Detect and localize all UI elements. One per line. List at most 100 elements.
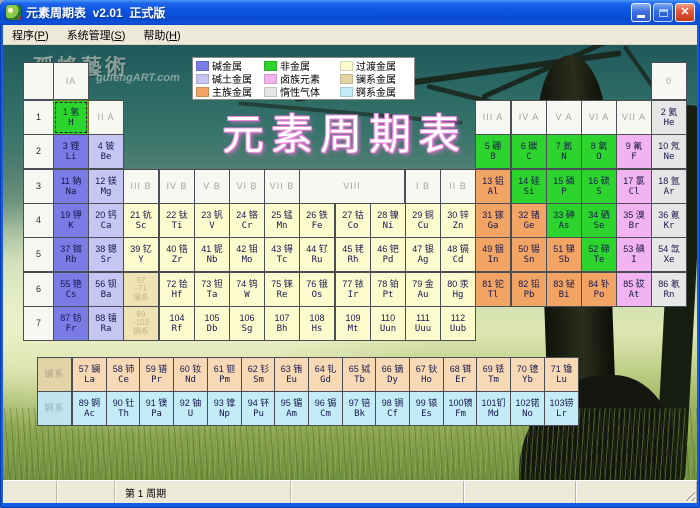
element-Mt[interactable]: 109 Mt: [335, 306, 371, 341]
element-Pt[interactable]: 78 铂 Pt: [370, 272, 406, 307]
element-He[interactable]: 2 氦 He: [651, 100, 687, 135]
element-No[interactable]: 102锘 No: [510, 391, 545, 426]
element-Ba[interactable]: 56 钡 Ba: [88, 272, 124, 307]
maximize-button[interactable]: [653, 3, 673, 22]
element-Uub[interactable]: 112 Uub: [440, 306, 476, 341]
element-Er[interactable]: 68 铒 Er: [443, 357, 478, 392]
element-Zr[interactable]: 40 锆 Zr: [159, 237, 195, 272]
element-C[interactable]: 6 碳C: [511, 134, 547, 169]
element-Mo[interactable]: 42 钼 Mo: [229, 237, 265, 272]
element-Ra[interactable]: 88 镭 Ra: [88, 306, 124, 341]
element-Nd[interactable]: 60 钕 Nd: [173, 357, 208, 392]
element-Xe[interactable]: 54 氙 Xe: [651, 237, 687, 272]
element-Cm[interactable]: 96 锔 Cm: [308, 391, 343, 426]
menu-item[interactable]: 帮助(H): [134, 25, 189, 45]
element-Cl[interactable]: 17 氯 Cl: [616, 169, 652, 204]
element-Br[interactable]: 35 溴 Br: [616, 203, 652, 238]
element-Sn[interactable]: 50 锡 Sn: [511, 237, 547, 272]
element-Lu[interactable]: 71 镥 Lu: [544, 357, 579, 392]
element-Sm[interactable]: 62 钐 Sm: [241, 357, 276, 392]
element-Au[interactable]: 79 金 Au: [405, 272, 441, 307]
element-Ho[interactable]: 67 钬 Ho: [409, 357, 444, 392]
element-F[interactable]: 9 氟F: [616, 134, 652, 169]
element-Os[interactable]: 76 锇 Os: [299, 272, 335, 307]
element-N[interactable]: 7 氮N: [546, 134, 582, 169]
element-Cd[interactable]: 48 镉 Cd: [440, 237, 476, 272]
element-Md[interactable]: 101钔 Md: [476, 391, 511, 426]
element-Co[interactable]: 27 钴 Co: [335, 203, 371, 238]
element-Kr[interactable]: 36 氪 Kr: [651, 203, 687, 238]
element-Fe[interactable]: 26 铁 Fe: [299, 203, 335, 238]
element-In[interactable]: 49 铟 In: [475, 237, 511, 272]
element-Ti[interactable]: 22 钛 Ti: [159, 203, 195, 238]
element-Se[interactable]: 34 硒 Se: [581, 203, 617, 238]
element-Th[interactable]: 90 钍 Th: [106, 391, 141, 426]
element-Am[interactable]: 95 镅 Am: [274, 391, 309, 426]
element-Al[interactable]: 13 铝 Al: [475, 169, 511, 204]
minimize-button[interactable]: [631, 3, 651, 22]
element-Ne[interactable]: 10 氖 Ne: [651, 134, 687, 169]
element-Uuu[interactable]: 111 Uuu: [405, 306, 441, 341]
element-Pd[interactable]: 46 钯 Pd: [370, 237, 406, 272]
element-Po[interactable]: 84 钋 Po: [581, 272, 617, 307]
element-Ir[interactable]: 77 铱 Ir: [335, 272, 371, 307]
element-Cs[interactable]: 55 铯 Cs: [53, 272, 89, 307]
element-Sb[interactable]: 51 锑 Sb: [546, 237, 582, 272]
element-Ac[interactable]: 89 锕 Ac: [72, 391, 107, 426]
element-Ca[interactable]: 20 钙 Ca: [88, 203, 124, 238]
menu-item[interactable]: 程序(P): [3, 25, 58, 45]
element-Re[interactable]: 75 铼 Re: [264, 272, 300, 307]
element-Cu[interactable]: 29 铜 Cu: [405, 203, 441, 238]
element-K[interactable]: 19 钾K: [53, 203, 89, 238]
element-Lr[interactable]: 103铹 Lr: [544, 391, 579, 426]
element-Y[interactable]: 39 钇Y: [123, 237, 159, 272]
element-Ga[interactable]: 31 镓 Ga: [475, 203, 511, 238]
element-Zn[interactable]: 30 锌 Zn: [440, 203, 476, 238]
element-Ru[interactable]: 44 钌 Ru: [299, 237, 335, 272]
element-At[interactable]: 85 砹 At: [616, 272, 652, 307]
element-Mn[interactable]: 25 锰 Mn: [264, 203, 300, 238]
element-Sr[interactable]: 38 锶 Sr: [88, 237, 124, 272]
element-Bk[interactable]: 97 锫 Bk: [342, 391, 377, 426]
element-V[interactable]: 23 钒V: [194, 203, 230, 238]
element-Si[interactable]: 14 硅 Si: [511, 169, 547, 204]
element-Np[interactable]: 93 镎 Np: [207, 391, 242, 426]
element-Hs[interactable]: 108 Hs: [299, 306, 335, 341]
element-La[interactable]: 57 镧 La: [72, 357, 107, 392]
element-Hg[interactable]: 80 汞 Hg: [440, 272, 476, 307]
element-Pr[interactable]: 59 镨 Pr: [139, 357, 174, 392]
element-Na[interactable]: 11 钠 Na: [53, 169, 89, 204]
element-Pa[interactable]: 91 镤 Pa: [139, 391, 174, 426]
element-Ce[interactable]: 58 铈 Ce: [106, 357, 141, 392]
element-Cr[interactable]: 24 铬 Cr: [229, 203, 265, 238]
element-Es[interactable]: 99 锿 Es: [409, 391, 444, 426]
element-S[interactable]: 16 硫S: [581, 169, 617, 204]
element-Fr[interactable]: 87 钫 Fr: [53, 306, 89, 341]
element-Ar[interactable]: 18 氩 Ar: [651, 169, 687, 204]
element-Tl[interactable]: 81 铊 Tl: [475, 272, 511, 307]
element-Dy[interactable]: 66 镝 Dy: [375, 357, 410, 392]
element-Nb[interactable]: 41 铌 Nb: [194, 237, 230, 272]
element-Eu[interactable]: 63 铕 Eu: [274, 357, 309, 392]
series-range-cell[interactable]: 57 -71 镧系: [123, 272, 159, 307]
element-Pb[interactable]: 82 铅 Pb: [511, 272, 547, 307]
element-O[interactable]: 8 氧O: [581, 134, 617, 169]
element-Rn[interactable]: 86 氡 Rn: [651, 272, 687, 307]
element-B[interactable]: 5 硼B: [475, 134, 511, 169]
element-Yb[interactable]: 70 镱 Yb: [510, 357, 545, 392]
element-Sg[interactable]: 106 Sg: [229, 306, 265, 341]
element-Ge[interactable]: 32 锗 Ge: [511, 203, 547, 238]
element-Rh[interactable]: 45 铑 Rh: [335, 237, 371, 272]
series-range-cell[interactable]: 89 -103 锕系: [123, 306, 159, 341]
close-button[interactable]: ✕: [675, 3, 695, 22]
element-Mg[interactable]: 12 镁 Mg: [88, 169, 124, 204]
element-Rf[interactable]: 104 Rf: [159, 306, 195, 341]
element-Db[interactable]: 105 Db: [194, 306, 230, 341]
element-U[interactable]: 92 铀U: [173, 391, 208, 426]
element-Tb[interactable]: 65 铽 Tb: [342, 357, 377, 392]
element-Pu[interactable]: 94 钚 Pu: [241, 391, 276, 426]
element-Bh[interactable]: 107 Bh: [264, 306, 300, 341]
element-Pm[interactable]: 61 钷 Pm: [207, 357, 242, 392]
element-Ni[interactable]: 28 镍 Ni: [370, 203, 406, 238]
element-As[interactable]: 33 砷 As: [546, 203, 582, 238]
